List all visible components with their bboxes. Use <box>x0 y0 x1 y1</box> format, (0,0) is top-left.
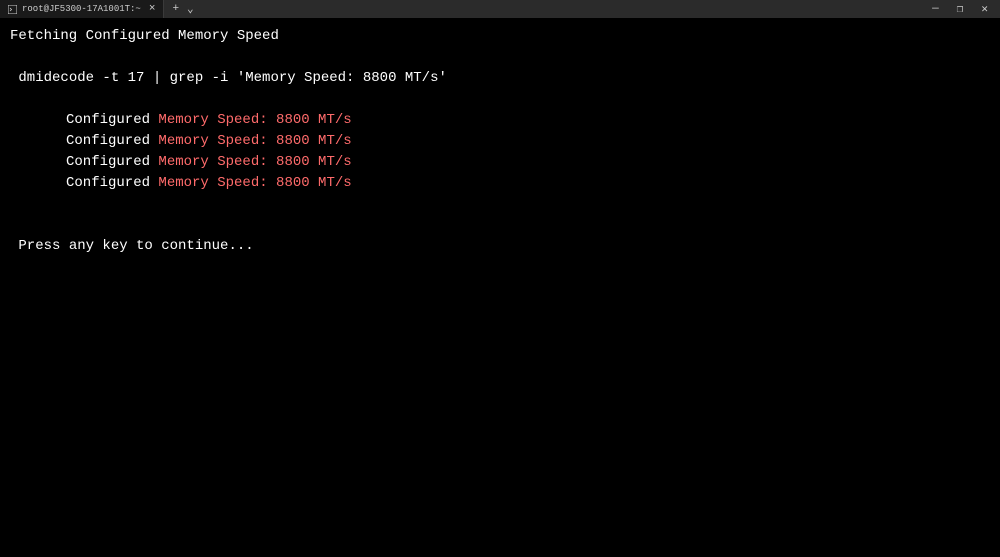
command-text: dmidecode -t 17 | grep -i 'Memory Speed:… <box>18 70 446 86</box>
tab-control-buttons: + ⌄ <box>164 2 201 16</box>
terminal-icon <box>8 5 17 14</box>
window-controls: — ❐ ✕ <box>932 2 1000 16</box>
grep-match-highlight: Memory Speed: 8800 MT/s <box>158 175 351 191</box>
prompt-line: Press any key to continue... <box>10 236 990 257</box>
grep-match-highlight: Memory Speed: 8800 MT/s <box>158 133 351 149</box>
output-prefix: Configured <box>66 112 158 128</box>
grep-match-highlight: Memory Speed: 8800 MT/s <box>158 112 351 128</box>
header-line: Fetching Configured Memory Speed <box>10 26 990 47</box>
command-line: dmidecode -t 17 | grep -i 'Memory Speed:… <box>10 68 990 89</box>
maximize-button[interactable]: ❐ <box>957 2 964 16</box>
output-prefix: Configured <box>66 175 158 191</box>
grep-match-highlight: Memory Speed: 8800 MT/s <box>158 154 351 170</box>
prompt-text: Press any key to continue... <box>18 238 253 254</box>
close-button[interactable]: ✕ <box>981 2 988 16</box>
blank-line <box>10 194 990 215</box>
output-line: Configured Memory Speed: 8800 MT/s <box>10 131 990 152</box>
output-prefix: Configured <box>66 154 158 170</box>
blank-line <box>10 47 990 68</box>
tab-dropdown-button[interactable]: ⌄ <box>187 2 194 16</box>
terminal-tab[interactable]: root@JF5300-17A1001T:~ × <box>0 0 164 18</box>
output-line: Configured Memory Speed: 8800 MT/s <box>10 152 990 173</box>
output-line: Configured Memory Speed: 8800 MT/s <box>10 173 990 194</box>
blank-line <box>10 89 990 110</box>
new-tab-button[interactable]: + <box>172 3 179 15</box>
output-line: Configured Memory Speed: 8800 MT/s <box>10 110 990 131</box>
window-titlebar: root@JF5300-17A1001T:~ × + ⌄ — ❐ ✕ <box>0 0 1000 18</box>
minimize-button[interactable]: — <box>932 3 939 15</box>
blank-line <box>10 215 990 236</box>
tab-close-button[interactable]: × <box>149 3 156 15</box>
tab-title: root@JF5300-17A1001T:~ <box>22 4 141 14</box>
output-prefix: Configured <box>66 133 158 149</box>
titlebar-left-section: root@JF5300-17A1001T:~ × + ⌄ <box>0 0 202 18</box>
terminal-output-area[interactable]: Fetching Configured Memory Speed dmideco… <box>0 18 1000 265</box>
output-lines-container: Configured Memory Speed: 8800 MT/sConfig… <box>10 110 990 194</box>
